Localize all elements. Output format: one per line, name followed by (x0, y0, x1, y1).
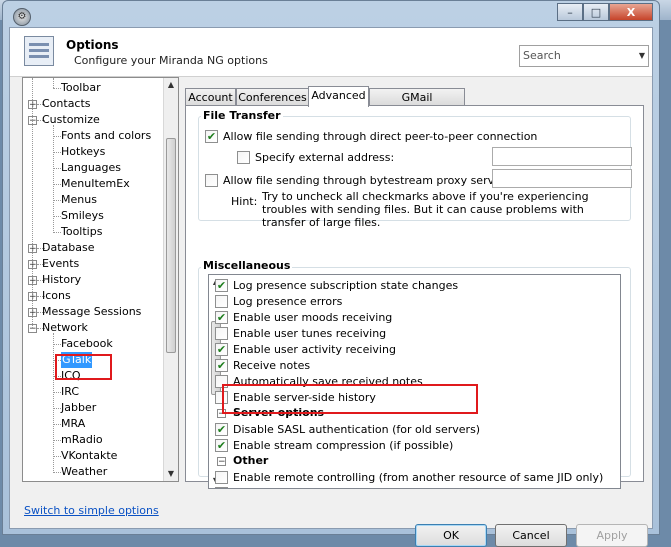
option-row-enable-user-moods-receiving[interactable]: ✔ Enable user moods receiving (209, 310, 606, 326)
chevron-down-icon[interactable]: ▼ (639, 51, 645, 60)
group-label: Other (233, 454, 269, 467)
external-address-input[interactable] (492, 147, 632, 166)
proxy-checkbox[interactable] (205, 174, 218, 187)
minimize-button[interactable]: – (557, 3, 583, 21)
tree-item-label: Icons (42, 289, 71, 302)
option-row-disable-sasl-authentication-for-old-servers[interactable]: ✔ Disable SASL authentication (for old se… (209, 422, 606, 438)
apply-button[interactable]: Apply (576, 524, 648, 547)
tree-item-label: History (42, 273, 82, 286)
page-subtitle: Configure your Miranda NG options (74, 54, 268, 67)
option-row-log-presence-errors[interactable]: Log presence errors (209, 294, 606, 310)
proxy-input[interactable] (492, 169, 632, 188)
checkbox[interactable]: ✔ (215, 439, 228, 452)
tree-item-label: mRadio (61, 433, 103, 446)
option-row-enable-user-tunes-receiving[interactable]: Enable user tunes receiving (209, 326, 606, 342)
window-controls: – □ X (557, 3, 653, 21)
tree-item-label: VKontakte (61, 449, 118, 462)
tree-item-label: MRA (61, 417, 86, 430)
tree-scrollbar[interactable]: ▲ ▼ (163, 78, 178, 481)
external-address-label: Specify external address: (255, 151, 395, 164)
checkbox[interactable] (215, 295, 228, 308)
option-row-receive-notes[interactable]: ✔ Receive notes (209, 358, 606, 374)
gtalk-highlight-box (55, 354, 112, 380)
tab-account[interactable]: Account (185, 88, 236, 106)
miscellaneous-options-list[interactable]: ▲ ▼ ✔Log presence subscription state cha… (208, 274, 621, 489)
option-row-log-presence-subscription-state-changes[interactable]: ✔ Log presence subscription state changes (209, 278, 606, 294)
option-label: Enable remote controlling (from another … (233, 471, 604, 484)
option-row-enable-user-activity-receiving[interactable]: ✔ Enable user activity receiving (209, 342, 606, 358)
checkbox[interactable] (215, 327, 228, 340)
search-placeholder: Search (523, 49, 561, 62)
sasl-highlight-box (222, 384, 478, 414)
search-combobox[interactable]: Search ▼ (519, 45, 649, 67)
option-label: Enable user tunes receiving (233, 327, 387, 340)
page-title: Options (66, 38, 119, 52)
checkbox[interactable]: ✔ (215, 359, 228, 372)
option-label: Log presence subscription state changes (233, 279, 459, 292)
file-transfer-title: File Transfer (201, 109, 283, 122)
option-row-enable-stream-compression-if-possible[interactable]: ✔ Enable stream compression (if possible) (209, 438, 606, 454)
scroll-up-icon[interactable]: ▲ (164, 78, 178, 92)
checkbox[interactable] (215, 471, 228, 484)
tree-item-label: MenuItemEx (61, 177, 130, 190)
p2p-checkbox[interactable]: ✔ (205, 130, 218, 143)
maximize-button[interactable]: □ (583, 3, 609, 21)
tree-item-label: IRC (61, 385, 80, 398)
tree-item-label: Events (42, 257, 80, 270)
tree-item-label: Hotkeys (61, 145, 106, 158)
tab-gmail-notifications[interactable]: GMail notifications (369, 88, 465, 121)
dialog-header: Options Configure your Miranda NG option… (10, 28, 652, 77)
tree-item-label: Languages (61, 161, 122, 174)
option-label: Disable SASL authentication (for old ser… (233, 423, 481, 436)
close-button[interactable]: X (609, 3, 653, 21)
checkbox[interactable]: ✔ (215, 343, 228, 356)
tree-item-label: Menus (61, 193, 97, 206)
miscellaneous-title: Miscellaneous (201, 259, 293, 272)
tree-item-label: Message Sessions (42, 305, 142, 318)
option-row-enable-remote-controlling-from-another-resource-of-same-jid-only[interactable]: Enable remote controlling (from another … (209, 470, 606, 486)
group-header-other[interactable]: − Other (209, 454, 606, 470)
option-row-blank[interactable] (209, 486, 606, 488)
option-label: Receive notes (233, 359, 311, 372)
gear-icon[interactable]: ⚙ (13, 8, 31, 26)
p2p-label: Allow file sending through direct peer-t… (223, 130, 538, 143)
tree-item-label: Network (42, 321, 88, 334)
scroll-thumb[interactable] (166, 138, 176, 353)
options-window: ⚙ – □ X Options Configure your Miranda N… (2, 0, 660, 547)
hint-text: Try to uncheck all checkmarks above if y… (262, 190, 589, 229)
tree-item-label: Database (42, 241, 95, 254)
proxy-label: Allow file sending through bytestream pr… (223, 174, 509, 187)
scroll-down-icon[interactable]: ▼ (164, 467, 178, 481)
tree-item-label: Fonts and colors (61, 129, 152, 142)
option-label: Log presence errors (233, 295, 343, 308)
tree-item-label: Tooltips (61, 225, 103, 238)
checkbox[interactable]: ✔ (215, 311, 228, 324)
checkbox[interactable]: ✔ (215, 423, 228, 436)
tree-item-label: Contacts (42, 97, 91, 110)
tree-item-label: Facebook (61, 337, 113, 350)
tab-advanced[interactable]: Advanced (308, 86, 369, 107)
ok-button[interactable]: OK (415, 524, 487, 547)
dialog-client: Options Configure your Miranda NG option… (9, 27, 653, 547)
tab-conferences[interactable]: Conferences (236, 88, 309, 106)
tree-item-label: Toolbar (61, 81, 101, 94)
tree-item-label: Customize (42, 113, 100, 126)
collapse-icon[interactable]: − (217, 457, 226, 467)
option-label: Enable stream compression (if possible) (233, 439, 454, 452)
option-label: Enable user moods receiving (233, 311, 393, 324)
switch-to-simple-link[interactable]: Switch to simple options (24, 504, 159, 517)
options-icon (24, 36, 54, 66)
checkbox[interactable]: ✔ (215, 279, 228, 292)
external-address-checkbox[interactable] (237, 151, 250, 164)
tree-item-label: Weather (61, 465, 108, 478)
tree-item-label: Smileys (61, 209, 104, 222)
options-tree[interactable]: ▲ ▼ Toolbar + Contacts − Customize Fonts and … (22, 77, 179, 482)
checkbox[interactable] (215, 487, 228, 488)
option-label: Enable user activity receiving (233, 343, 396, 356)
tree-item-label: Jabber (61, 401, 97, 414)
cancel-button[interactable]: Cancel (495, 524, 567, 547)
hint-label: Hint: (231, 195, 258, 208)
